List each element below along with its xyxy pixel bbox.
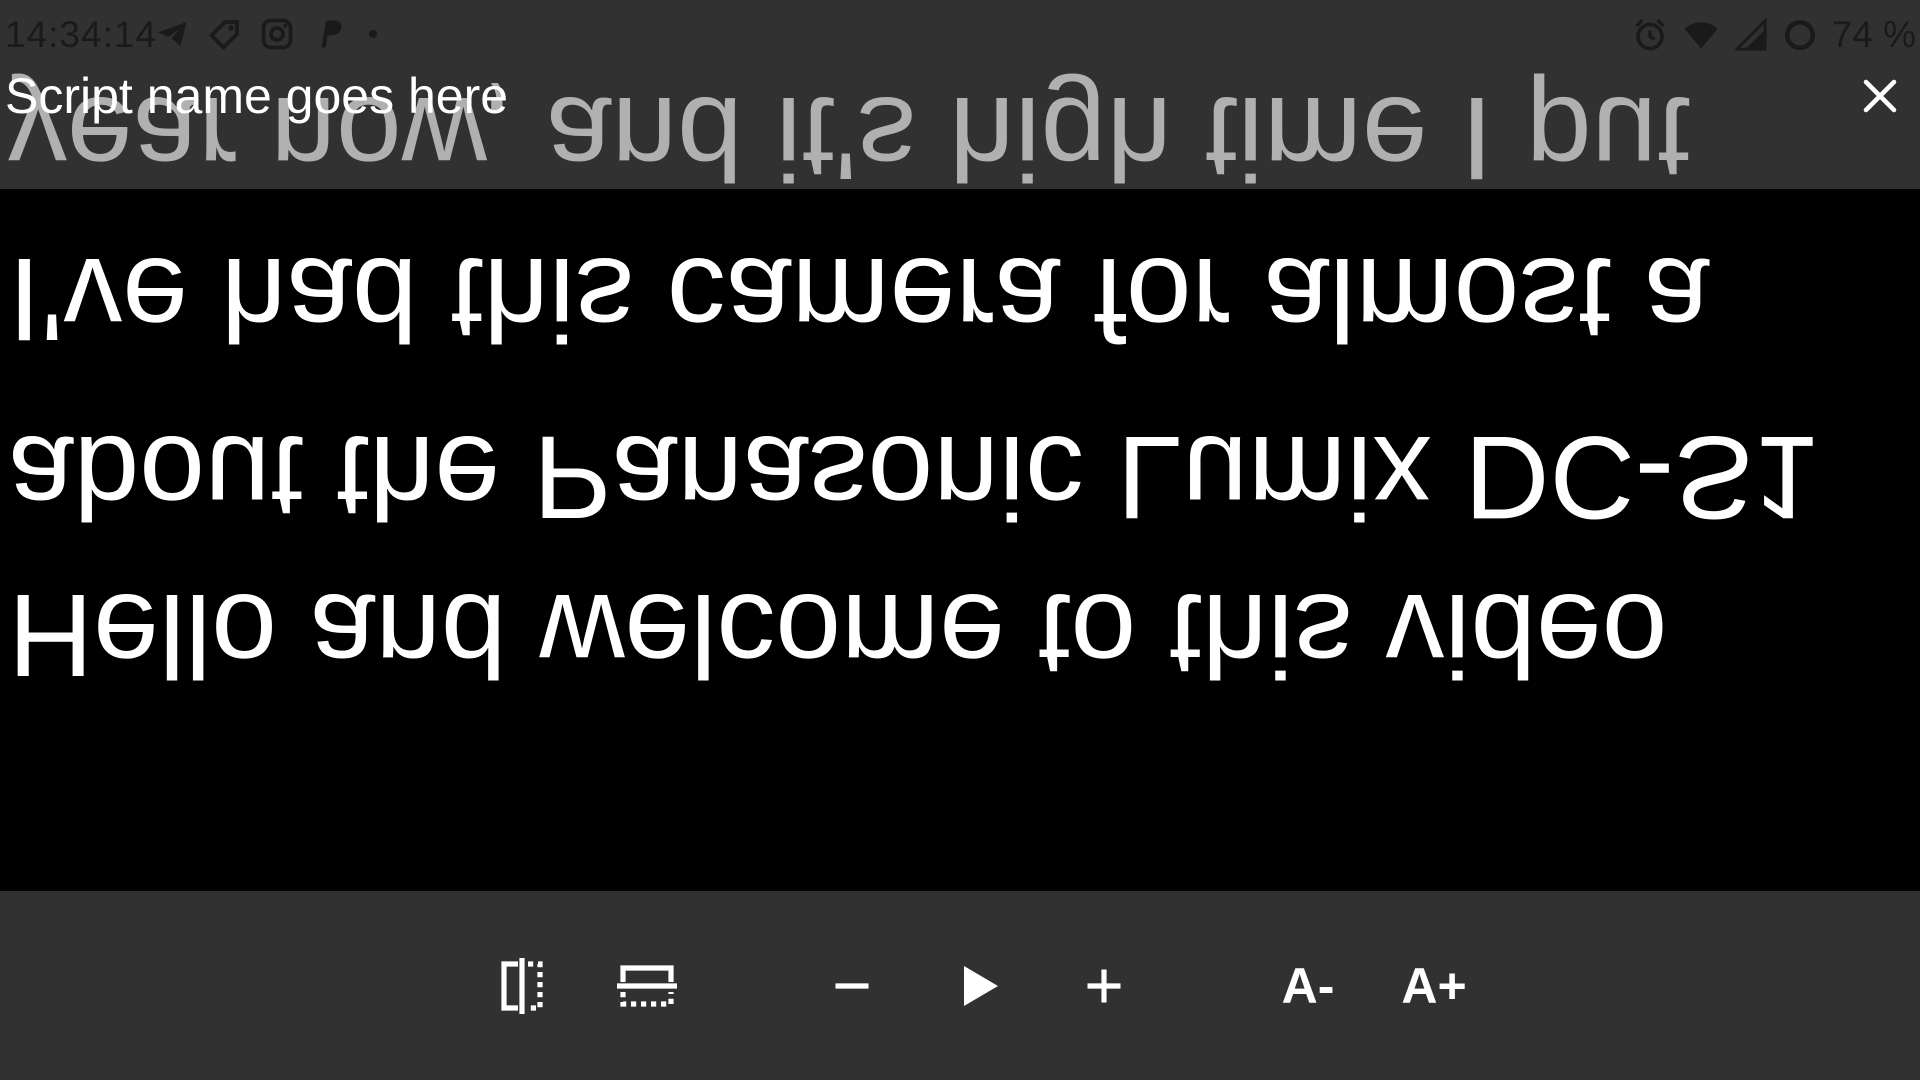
paypal-icon [311, 16, 347, 52]
script-line: I've had this camera for almost a [8, 233, 1710, 365]
close-icon [1863, 79, 1897, 113]
alarm-icon [1632, 17, 1668, 53]
title-row: Script name goes here [0, 66, 1920, 126]
play-button[interactable] [950, 951, 1010, 1021]
cell-signal-icon [1733, 17, 1768, 53]
mirror-horizontal-button[interactable] [492, 951, 552, 1021]
speed-down-button[interactable] [822, 951, 882, 1021]
play-icon [964, 966, 998, 1006]
tag-icon [207, 16, 243, 52]
system-icons: 74 % [1632, 14, 1916, 56]
mirror-vertical-button[interactable] [614, 951, 680, 1021]
close-button[interactable] [1852, 68, 1908, 124]
wifi-icon [1682, 17, 1720, 53]
battery-percent: 74 % [1831, 14, 1916, 55]
script-line: Hello and welcome to this video [8, 569, 1668, 701]
speed-up-button[interactable] [1074, 951, 1134, 1021]
status-time: 14:34:14 [5, 14, 158, 55]
bottom-toolbar: A- A+ [0, 891, 1920, 1080]
status-bar: 14:34:14 74 % [0, 0, 1920, 72]
script-title: Script name goes here [5, 68, 509, 124]
telegram-icon [155, 16, 191, 52]
font-size-down-button[interactable]: A- [1268, 951, 1348, 1021]
flip-vertical-icon [617, 965, 677, 1007]
notification-icons [155, 16, 383, 52]
script-line: about the Panasonic Lumix DC-S1 [8, 411, 1819, 543]
minus-icon [835, 983, 869, 989]
flip-horizontal-icon [501, 958, 543, 1014]
teleprompter-screen: Hello and welcome to this video about th… [0, 0, 1920, 1080]
battery-ring-icon [1782, 17, 1818, 53]
plus-icon [1087, 969, 1121, 1003]
dot-icon [363, 24, 383, 44]
font-size-up-button[interactable]: A+ [1394, 951, 1474, 1021]
instagram-icon [259, 16, 295, 52]
